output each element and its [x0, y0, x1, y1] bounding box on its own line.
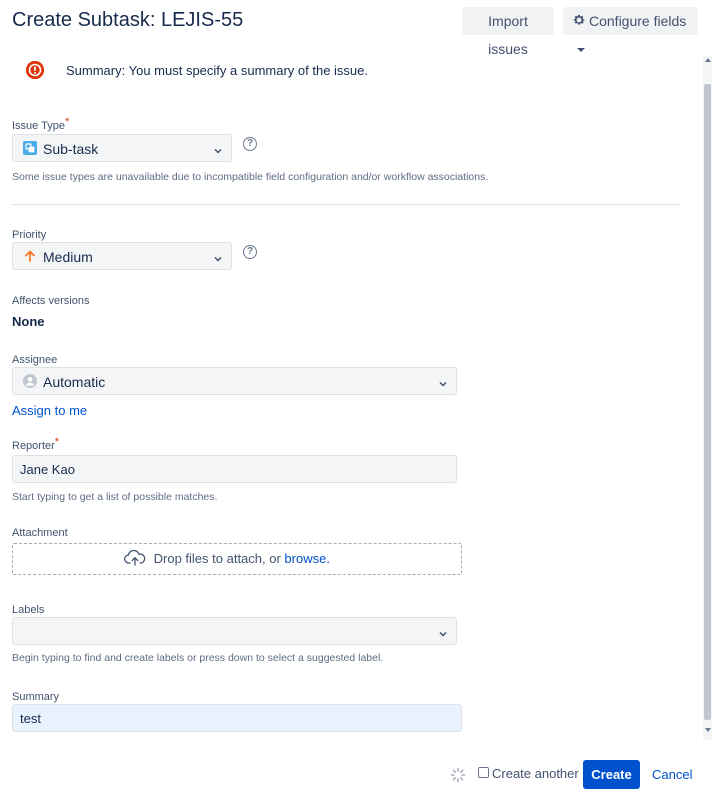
- reporter-note: Start typing to get a list of possible m…: [12, 491, 218, 503]
- attachment-label: Attachment: [12, 527, 68, 539]
- caret-down-icon: [577, 47, 585, 52]
- assignee-value: Automatic: [43, 374, 106, 390]
- create-another-label: Create another: [492, 766, 579, 781]
- chevron-down-icon: [213, 143, 223, 159]
- configure-fields-label: Configure fields: [589, 13, 687, 29]
- issue-type-select[interactable]: Sub-task: [12, 134, 232, 162]
- help-icon[interactable]: ?: [243, 137, 257, 151]
- dialog-header: Create Subtask: LEJIS-55 Import issues C…: [0, 0, 712, 57]
- help-icon[interactable]: ?: [243, 245, 257, 259]
- issue-type-label-text: Issue Type: [12, 120, 65, 132]
- affects-versions-label: Affects versions: [12, 295, 90, 307]
- scroll-up-arrow-icon[interactable]: [705, 58, 711, 62]
- create-another-option[interactable]: Create another: [478, 766, 579, 781]
- affects-versions-value: None: [12, 314, 45, 329]
- create-button[interactable]: Create: [583, 760, 640, 789]
- assignee-select[interactable]: Automatic: [12, 367, 457, 395]
- priority-select[interactable]: Medium: [12, 242, 232, 270]
- error-icon: [26, 61, 44, 79]
- issue-type-value: Sub-task: [43, 141, 99, 157]
- chevron-down-icon: [438, 376, 448, 392]
- required-marker: *: [54, 436, 60, 448]
- reporter-label-text: Reporter: [12, 440, 55, 452]
- browse-link[interactable]: browse.: [284, 551, 330, 566]
- chevron-down-icon: [213, 251, 223, 267]
- required-marker: *: [65, 116, 70, 128]
- labels-select[interactable]: [12, 617, 457, 645]
- reporter-label: Reporter*: [12, 436, 59, 452]
- import-issues-button[interactable]: Import issues: [462, 7, 554, 57]
- subtask-icon: [23, 141, 37, 158]
- summary-label: Summary: [12, 691, 60, 703]
- user-avatar-icon: [23, 374, 37, 391]
- gear-icon: [572, 8, 586, 36]
- chevron-down-icon: [438, 626, 448, 642]
- divider: [12, 204, 681, 205]
- loading-spinner-icon: [450, 767, 466, 786]
- priority-value: Medium: [43, 249, 93, 265]
- issue-type-note: Some issue types are unavailable due to …: [12, 171, 489, 183]
- attachment-dropzone[interactable]: Drop files to attach, or browse.: [12, 543, 462, 575]
- error-text: Summary: You must specify a summary of t…: [66, 63, 369, 78]
- scrollbar-thumb[interactable]: [704, 84, 711, 720]
- priority-medium-icon: [23, 249, 37, 266]
- labels-label: Labels: [12, 604, 45, 616]
- summary-field[interactable]: test: [12, 704, 462, 732]
- assign-to-me-link[interactable]: Assign to me: [12, 403, 87, 418]
- dropzone-content: Drop files to attach, or browse.: [124, 549, 330, 568]
- cancel-link[interactable]: Cancel: [652, 767, 692, 782]
- dialog-title: Create Subtask: LEJIS-55: [12, 9, 244, 31]
- priority-label: Priority: [12, 229, 47, 241]
- create-another-checkbox[interactable]: [478, 767, 489, 779]
- scroll-down-arrow-icon[interactable]: [705, 728, 711, 732]
- issue-type-label: Issue Type*: [12, 116, 69, 132]
- reporter-field[interactable]: Jane Kao: [12, 455, 457, 483]
- upload-cloud-icon: [124, 549, 154, 566]
- labels-note: Begin typing to find and create labels o…: [12, 652, 384, 664]
- assignee-label: Assignee: [12, 354, 58, 366]
- configure-fields-button[interactable]: Configure fields: [563, 7, 698, 52]
- drop-text: Drop files to attach, or: [153, 551, 285, 566]
